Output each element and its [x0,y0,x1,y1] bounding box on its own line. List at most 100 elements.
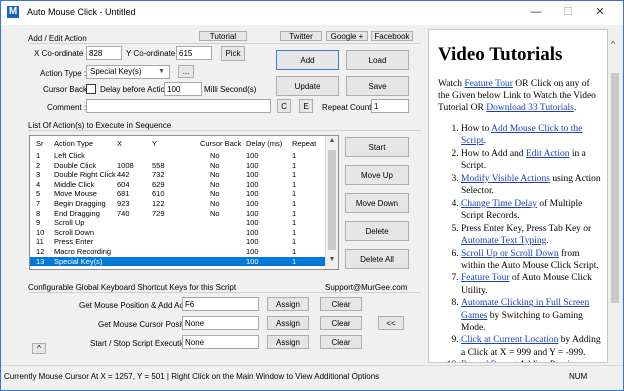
shortcut-input-cursor-position[interactable]: None [182,316,259,330]
table-row[interactable]: 1 Left Click No 100 1 [30,151,326,160]
column-header[interactable]: Delay (ms) [246,139,282,148]
google-plus-button[interactable]: Google + [326,31,368,41]
scroll-down-icon[interactable]: ▼ [326,256,338,268]
table-row[interactable]: 7 Begin Dragging 923 122 No 100 1 [30,199,326,208]
scroll-thumb[interactable] [611,73,619,303]
support-email[interactable]: Support@MurGee.com [325,283,407,292]
close-icon[interactable]: ✕ [585,1,615,23]
table-row[interactable]: 4 Middle Click 604 629 No 100 1 [30,180,326,189]
pick-button[interactable]: Pick [221,46,245,61]
column-header[interactable]: Sr [36,139,44,148]
tutorial-item: Click at Current Location by Adding a Cl… [461,334,602,358]
tutorial-item: How to Add Mouse Click to the Script. [461,123,602,147]
table-cell: 100 [246,227,259,237]
column-header[interactable]: Y [152,139,157,148]
scroll-up-icon[interactable]: ▲ [326,137,338,149]
app-window: M Auto Mouse Click - Untitled — ☐ ✕ Tuto… [0,0,624,391]
chevron-down-icon: ▼ [158,68,165,75]
table-cell: Double Right Click [54,170,116,180]
y-coordinate-input[interactable]: 615 [176,46,212,60]
table-cell: 1 [292,189,297,199]
maximize-icon[interactable]: ☐ [553,1,583,23]
column-header[interactable]: Repeat [292,139,316,148]
x-coordinate-input[interactable]: 828 [86,46,122,60]
clear-button[interactable]: Clear [320,316,362,330]
tutorial-button[interactable]: Tutorial [199,31,247,41]
tutorial-text: How to Add and [461,148,526,159]
clear-button[interactable]: Clear [320,335,362,349]
load-button[interactable]: Load [346,50,409,70]
table-row[interactable]: 2 Double Click 1008 558 No 100 1 [30,161,326,170]
table-cell: 100 [246,199,259,208]
start-button[interactable]: Start [345,137,409,157]
table-cell: Double Click [54,160,97,170]
assign-button[interactable]: Assign [267,297,309,311]
move-up-button[interactable]: Move Up [345,165,409,185]
table-row[interactable]: 13 Special Key(s) 100 1 [30,256,326,266]
delete-all-button[interactable]: Delete All [345,249,409,269]
scroll-thumb[interactable] [328,150,336,250]
table-cell: 604 [117,179,130,189]
table-row[interactable]: 3 Double Right Click 442 732 No 100 1 [30,170,326,179]
table-cell: 1 [292,227,297,237]
tutorial-link[interactable]: Modify Visible Actions [461,174,550,184]
table-cell: No [210,199,220,208]
table-cell: 3 [36,170,41,180]
table-row[interactable]: 11 Press Enter 100 1 [30,237,326,246]
save-button[interactable]: Save [346,76,409,96]
comment-input[interactable] [86,99,271,113]
column-header[interactable]: X [117,139,122,148]
tutorial-link[interactable]: Feature Tour [461,273,510,283]
scroll-up-icon[interactable]: ^ [611,39,615,49]
table-row[interactable]: 9 Scroll Up 100 1 [30,218,326,227]
action-list[interactable]: Sr Action Type X Y Cursor Back Delay (ms… [29,135,339,270]
tutorial-link[interactable]: Change Time Delay [461,199,537,209]
update-button[interactable]: Update [276,76,339,96]
tutorial-link[interactable]: Edit Action [526,149,570,159]
assign-button[interactable]: Assign [267,335,309,349]
clear-button[interactable]: Clear [320,297,362,311]
twitter-button[interactable]: Twitter [280,31,322,41]
minimize-icon[interactable]: — [521,1,551,23]
more-options-button[interactable]: ... [178,65,194,78]
delay-unit-label: Milli Second(s) [204,85,257,94]
tutorial-link[interactable]: Scroll Up or Scroll Down [461,249,559,259]
column-header[interactable]: Action Type [54,139,93,148]
comment-e-button[interactable]: E [299,99,313,113]
shortcut-label-start-stop: Start / Stop Script Execution : [90,339,195,348]
tutorial-item: Change Time Delay of Multiple Script Rec… [461,198,602,222]
table-cell: Begin Dragging [54,199,106,208]
table-row[interactable]: 5 Move Mouse 681 610 No 100 1 [30,189,326,198]
comment-c-button[interactable]: C [277,99,291,113]
repeat-count-input[interactable]: 1 [371,99,409,113]
add-button[interactable]: Add [276,50,339,70]
table-row[interactable]: 8 End Dragging 740 729 No 100 1 [30,209,326,218]
action-type-select[interactable]: Special Key(s) ▼ [86,65,170,79]
assign-button[interactable]: Assign [267,316,309,330]
shortcut-input-start-stop[interactable]: None [182,335,259,349]
tutorial-link[interactable]: Automate Text Typing [461,236,546,246]
expand-button[interactable]: ^ [32,343,46,354]
facebook-button[interactable]: Facebook [371,31,413,41]
feature-tour-link[interactable]: Feature Tour [464,79,513,89]
delete-button[interactable]: Delete [345,221,409,241]
tutorial-text: Press Enter Key, Press Tab Key or [461,223,592,234]
shortcut-input-add-action[interactable]: F6 [182,297,259,311]
list-scrollbar[interactable]: ▲ ▼ [325,136,338,269]
table-row[interactable]: 12 Macro Recording 100 1 [30,247,326,256]
tutorial-link[interactable]: Click at Current Location [461,335,558,345]
table-cell: 1 [292,199,297,208]
panel-scrollbar[interactable]: ^ [608,29,622,363]
tutorial-link[interactable]: Record Repeat [461,360,517,362]
delay-before-input[interactable]: 100 [164,82,202,96]
download-tutorials-link[interactable]: Download 33 Tutorials [486,103,574,113]
cursor-back-checkbox[interactable] [86,84,96,94]
shortcuts-group-label: Configurable Global Keyboard Shortcut Ke… [28,283,237,292]
table-cell: No [210,208,220,218]
tutorial-item: How to Add and Edit Action in a Script. [461,148,602,172]
column-header[interactable]: Cursor Back [200,139,241,148]
table-cell: Left Click [54,151,85,160]
move-down-button[interactable]: Move Down [345,193,409,213]
collapse-panel-button[interactable]: << [378,316,404,330]
table-row[interactable]: 10 Scroll Down 100 1 [30,228,326,237]
